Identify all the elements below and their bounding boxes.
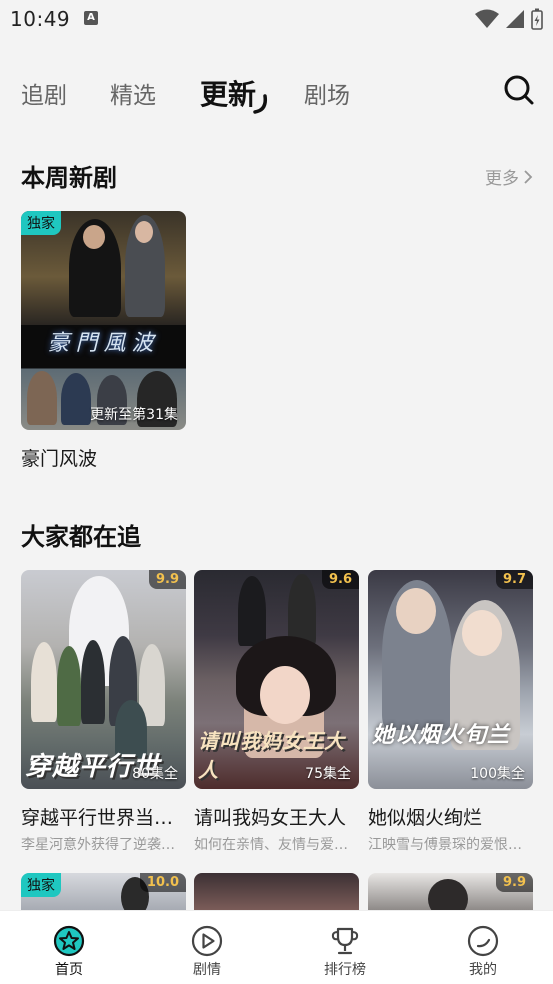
score-badge: 9.6 — [321, 570, 359, 589]
nav-ranking[interactable]: 排行榜 — [305, 925, 385, 979]
profile-circle-icon — [467, 925, 499, 957]
nav-drama-label: 剧情 — [193, 962, 221, 978]
drama-description: 江映雪与傅景琛的爱恨… — [368, 837, 522, 853]
home-star-icon — [53, 925, 85, 957]
nav-ranking-label: 排行榜 — [324, 962, 366, 978]
poster-art: 穿越平行世 — [21, 570, 186, 789]
section-title-popular: 大家都在追 — [21, 523, 141, 551]
trophy-icon — [331, 927, 359, 955]
wifi-icon — [475, 9, 499, 28]
drama-card[interactable] — [194, 873, 359, 910]
drama-poster[interactable]: 请叫我妈女王大人 9.6 75集全 — [194, 570, 359, 789]
drama-card[interactable]: 穿越平行世 9.9 80集全 穿越平行世界当… 李星河意外获得了逆袭… — [21, 570, 186, 854]
score-badge: 10.0 — [139, 873, 186, 892]
nav-profile-label: 我的 — [469, 962, 497, 978]
exclusive-badge: 独家 — [21, 873, 61, 897]
drama-description: 李星河意外获得了逆袭… — [21, 837, 175, 853]
drama-title: 豪门风波 — [21, 448, 98, 470]
status-icons — [475, 8, 543, 30]
drama-poster[interactable]: 穿越平行世 9.9 80集全 — [21, 570, 186, 789]
drama-title: 穿越平行世界当… — [21, 807, 174, 829]
drama-card[interactable]: 请叫我妈女王大人 9.6 75集全 请叫我妈女王大人 如何在亲情、友情与爱… — [194, 570, 359, 854]
tab-featured[interactable]: 精选 — [110, 76, 156, 110]
score-badge: 9.9 — [495, 873, 533, 892]
exclusive-badge: 独家 — [21, 211, 61, 235]
poster-art: 豪門風波 — [21, 211, 186, 430]
tab-follow[interactable]: 追剧 — [21, 76, 67, 110]
poster-art: 请叫我妈女王大人 — [194, 570, 359, 789]
drama-poster[interactable]: 她以烟火旬兰 9.7 100集全 — [368, 570, 533, 789]
score-badge: 9.7 — [495, 570, 533, 589]
drama-card[interactable]: 独家 10.0 — [21, 873, 186, 910]
poster-art — [194, 873, 359, 910]
nav-profile[interactable]: 我的 — [443, 925, 523, 979]
more-link[interactable]: 更多 — [485, 164, 533, 189]
drama-poster[interactable]: 独家 10.0 — [21, 873, 186, 910]
drama-poster[interactable]: 豪門風波 独家 更新至第31集 — [21, 211, 186, 430]
more-label: 更多 — [485, 169, 519, 189]
bottom-nav: 首页 剧情 排行榜 我的 — [0, 910, 553, 984]
section-title-weekly-new: 本周新剧 — [21, 164, 117, 192]
drama-card[interactable]: 豪門風波 独家 更新至第31集 豪门风波 — [21, 211, 186, 471]
tab-theater[interactable]: 剧场 — [304, 76, 350, 110]
poster-title-text: 她以烟火旬兰 — [372, 722, 511, 748]
episode-count: 80集全 — [132, 766, 178, 782]
drama-card[interactable]: 她以烟火旬兰 9.7 100集全 她似烟火绚烂 江映雪与傅景琛的爱恨… — [368, 570, 533, 854]
status-time: 10:49 — [10, 7, 71, 31]
search-icon[interactable] — [503, 74, 535, 106]
tab-updates[interactable]: 更新 — [200, 73, 256, 113]
score-badge: 9.9 — [148, 570, 186, 589]
active-tab-indicator — [253, 94, 268, 114]
battery-icon — [531, 8, 543, 30]
drama-poster[interactable]: 9.9 — [368, 873, 533, 910]
signal-icon — [506, 10, 524, 28]
nav-home-label: 首页 — [55, 962, 83, 978]
episode-count: 100集全 — [470, 766, 525, 782]
top-tab-bar: 追剧 精选 更新 剧场 — [0, 64, 553, 120]
poster-art: 她以烟火旬兰 — [368, 570, 533, 789]
nav-home[interactable]: 首页 — [29, 925, 109, 979]
drama-card[interactable]: 9.9 — [368, 873, 533, 910]
drama-description: 如何在亲情、友情与爱… — [194, 837, 348, 853]
chevron-right-icon — [524, 169, 533, 184]
episode-count: 75集全 — [305, 766, 351, 782]
drama-title: 请叫我妈女王大人 — [194, 807, 347, 829]
drama-poster[interactable] — [194, 873, 359, 910]
nav-drama[interactable]: 剧情 — [167, 925, 247, 979]
episode-count: 更新至第31集 — [90, 407, 178, 423]
status-bar: 10:49 A — [0, 0, 553, 38]
poster-title-text: 豪門風波 — [47, 331, 160, 356]
play-circle-icon — [191, 925, 223, 957]
drama-title: 她似烟火绚烂 — [368, 807, 483, 829]
notification-a-icon: A — [84, 11, 98, 25]
